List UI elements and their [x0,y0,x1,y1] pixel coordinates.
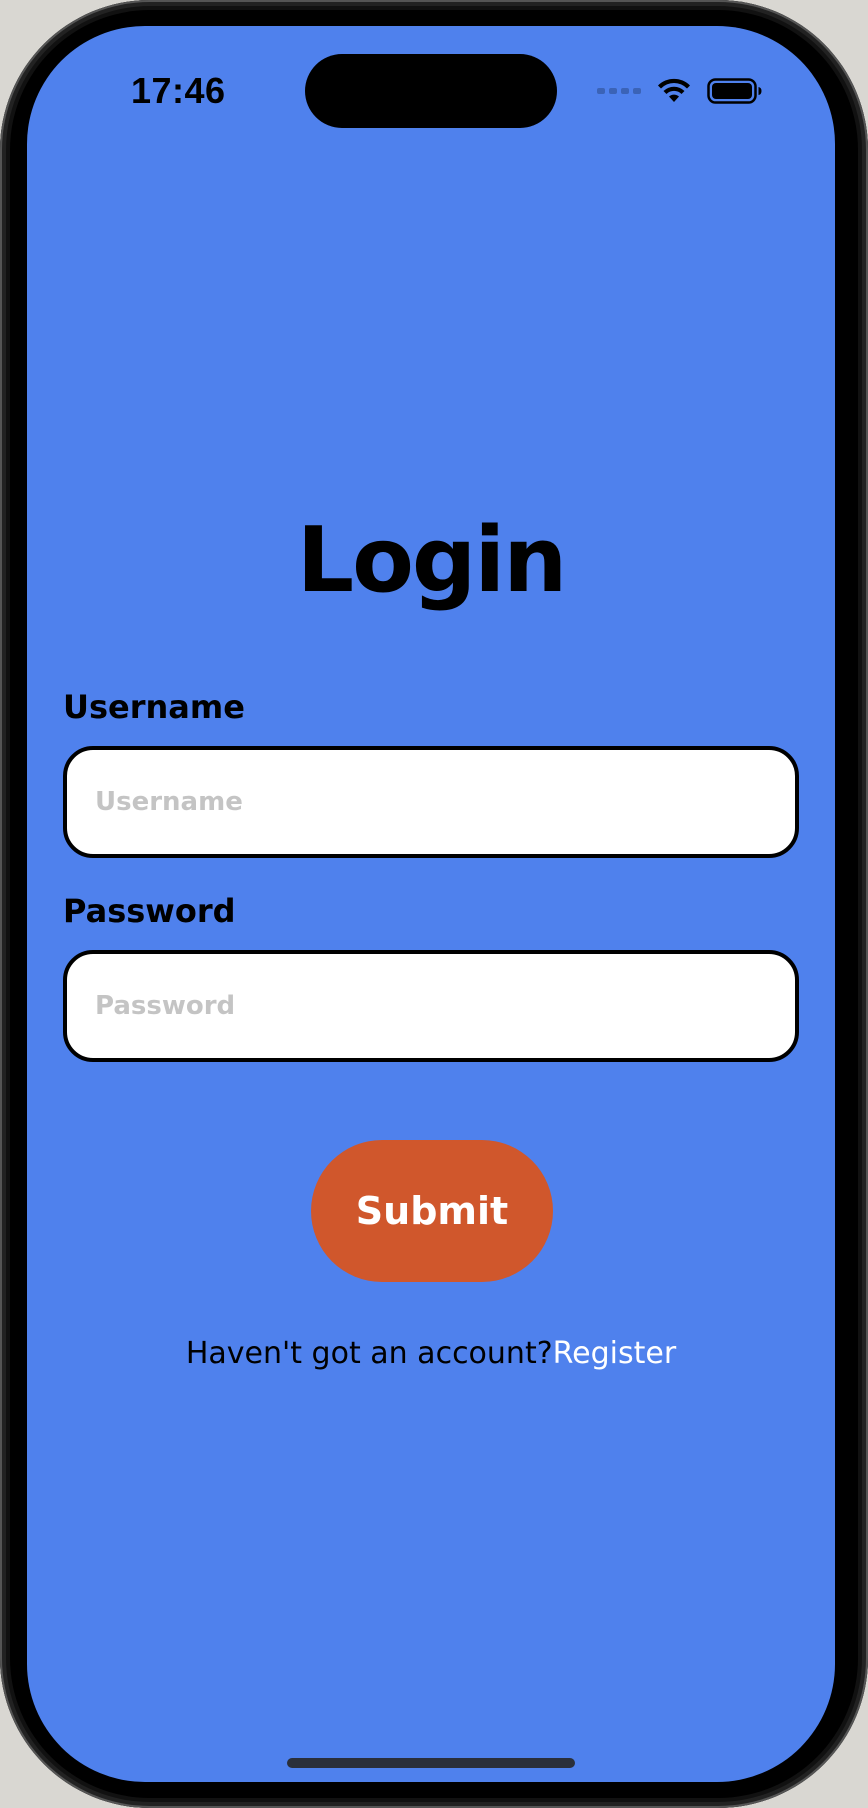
page-title: Login [296,508,568,613]
wifi-icon [658,78,690,102]
status-bar-icons [597,78,763,104]
home-indicator[interactable] [287,1758,575,1768]
password-label: Password [63,892,236,930]
battery-icon [707,78,762,104]
dynamic-island [305,54,557,128]
register-link[interactable]: Register [553,1336,677,1371]
username-field[interactable] [63,746,799,858]
status-bar-time: 17:46 [131,70,226,111]
username-label: Username [63,688,245,726]
submit-button[interactable]: Submit [311,1140,553,1282]
cellular-signal-icon [597,88,641,94]
device-frame: 17:46 Login Username Password Submit [0,0,868,1808]
register-prompt-text: Haven't got an account? [185,1336,553,1371]
password-field[interactable] [63,950,799,1062]
register-prompt-row: Haven't got an account?Register [27,1336,835,1371]
app-screen: 17:46 Login Username Password Submit [27,26,835,1782]
